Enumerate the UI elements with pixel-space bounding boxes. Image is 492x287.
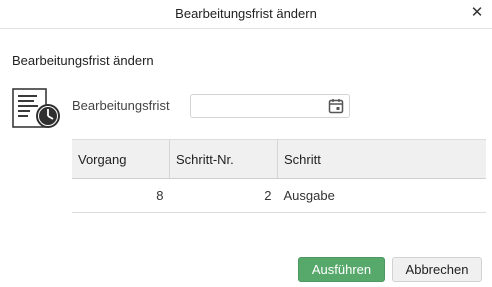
calendar-icon[interactable] xyxy=(328,98,344,114)
cancel-button[interactable]: Abbrechen xyxy=(392,257,482,282)
table-header-row: Vorgang Schritt-Nr. Schritt xyxy=(72,139,486,179)
cell-schritt: Ausgabe xyxy=(277,178,486,213)
steps-table: Vorgang Schritt-Nr. Schritt 8 2 Ausgabe xyxy=(72,139,486,213)
section-heading: Bearbeitungsfrist ändern xyxy=(12,53,154,68)
close-button[interactable]: ✕ xyxy=(468,3,486,23)
cell-vorgang: 8 xyxy=(72,178,170,213)
column-header-schritt-nr[interactable]: Schritt-Nr. xyxy=(169,139,278,179)
deadline-date-field[interactable] xyxy=(190,94,350,118)
deadline-input[interactable] xyxy=(193,97,323,117)
dialog-title: Bearbeitungsfrist ändern xyxy=(175,6,317,21)
table-row[interactable]: 8 2 Ausgabe xyxy=(72,178,486,213)
column-header-schritt[interactable]: Schritt xyxy=(277,139,486,179)
cell-schritt-nr: 2 xyxy=(169,178,278,213)
task-deadline-icon xyxy=(12,88,60,128)
execute-button[interactable]: Ausführen xyxy=(298,257,385,282)
column-header-vorgang[interactable]: Vorgang xyxy=(72,139,170,179)
deadline-label: Bearbeitungsfrist xyxy=(72,98,170,113)
dialog-titlebar: Bearbeitungsfrist ändern ✕ xyxy=(0,0,492,29)
change-deadline-dialog: Bearbeitungsfrist ändern ✕ Bearbeitungsf… xyxy=(0,0,492,287)
